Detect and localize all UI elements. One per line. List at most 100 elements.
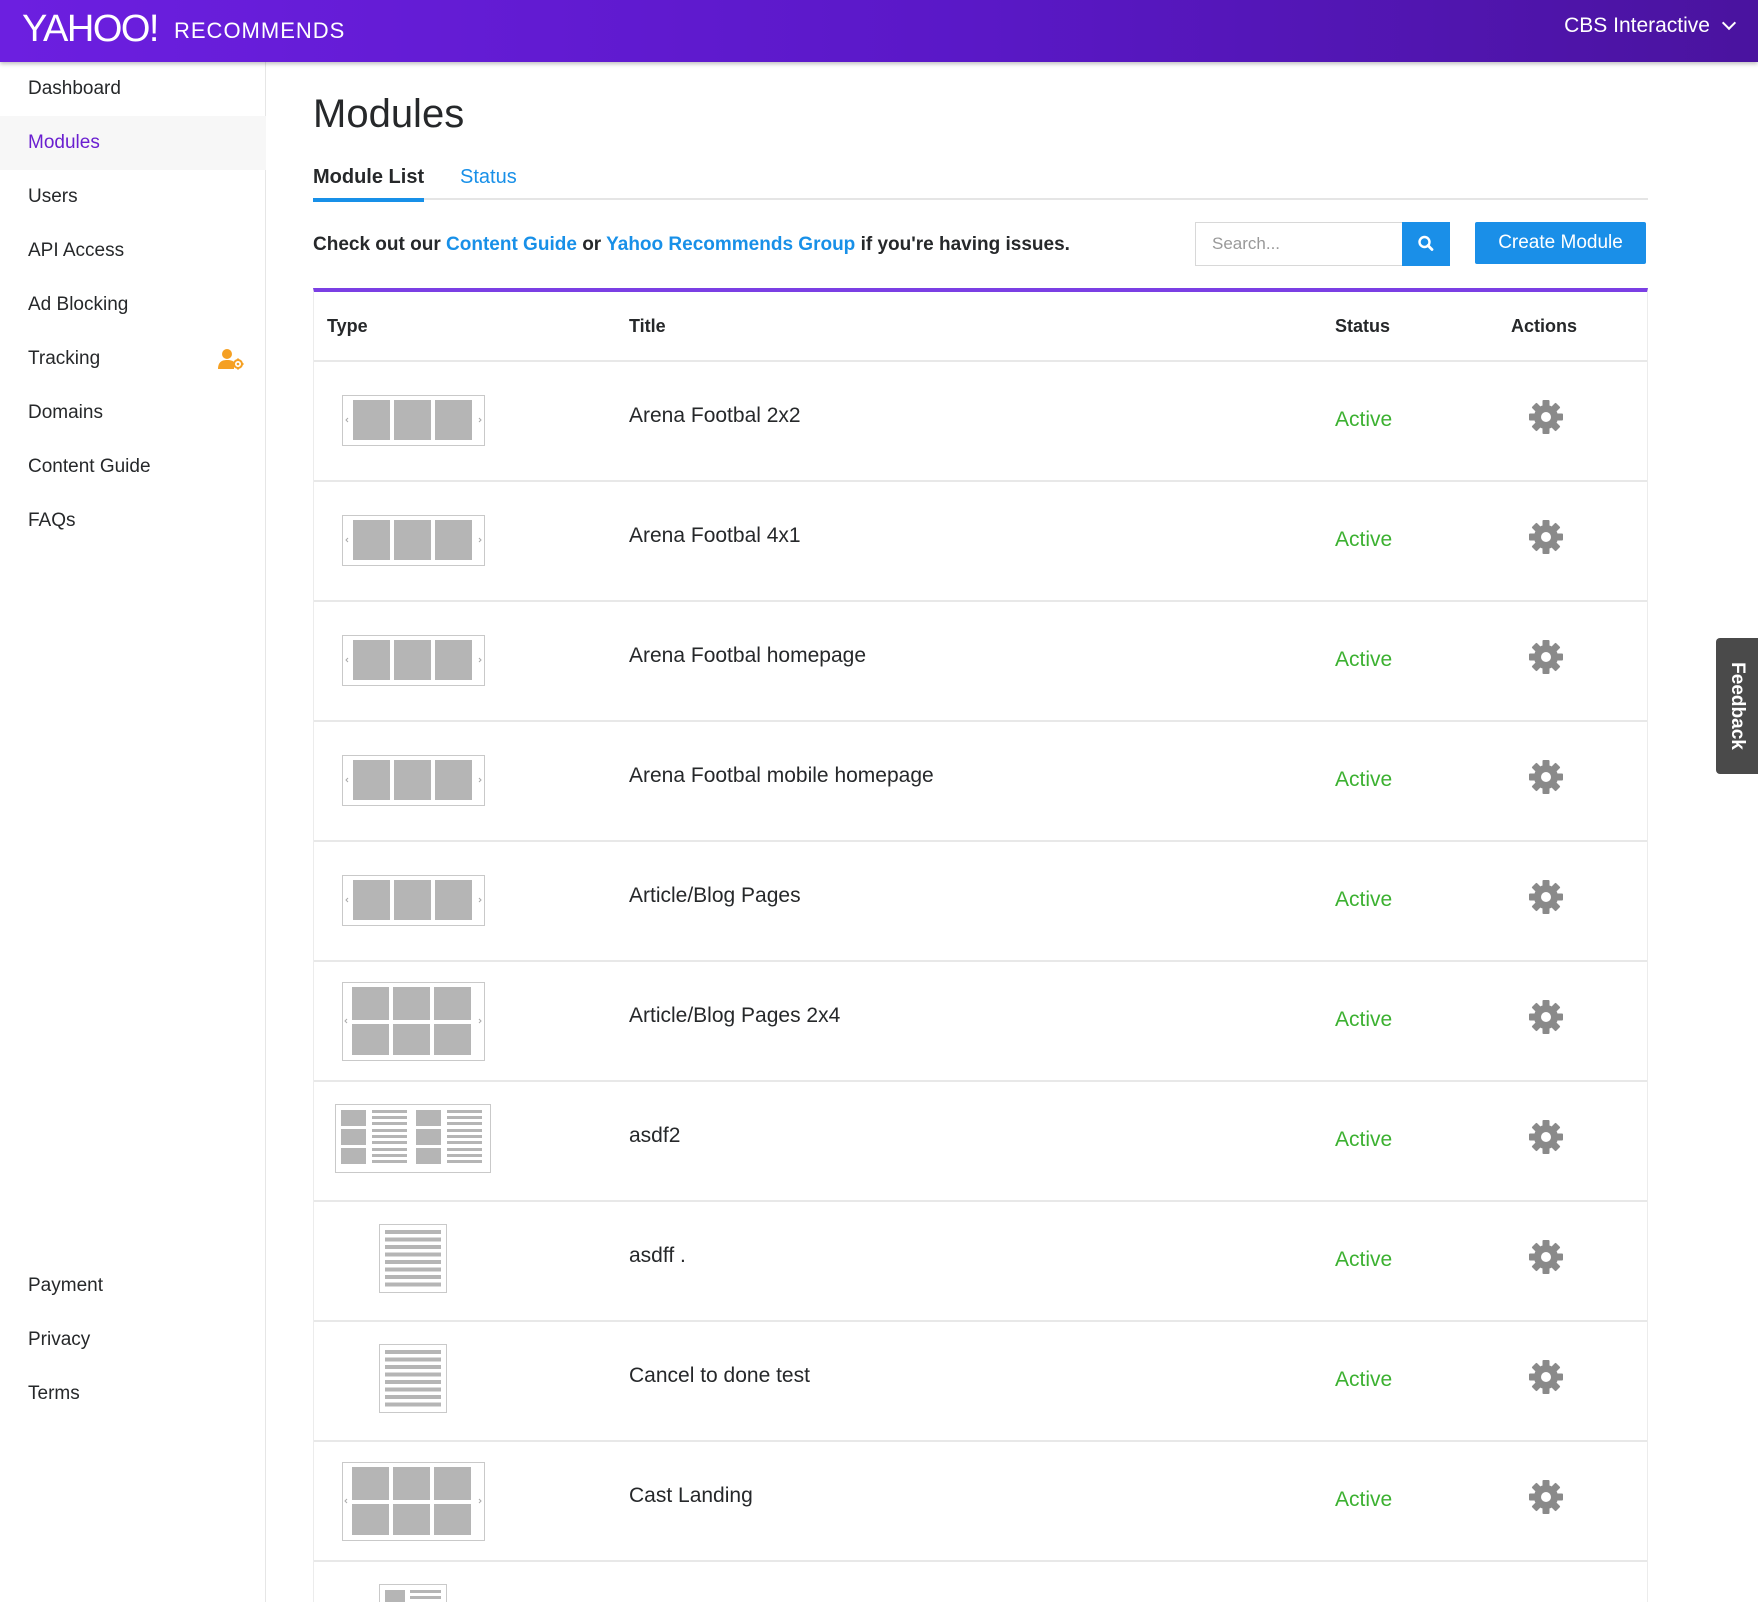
module-title[interactable]: Arena Footbal 2x2 [629,404,801,428]
sidebar-item-modules[interactable]: Modules [0,116,266,170]
column-header-status: Status [1335,316,1391,336]
sidebar-item-label: Content Guide [28,456,151,477]
help-text: Check out our Content Guide or Yahoo Rec… [313,234,1070,256]
table-body: Arena Footbal 2x2 Active Arena Footbal 4x1… [314,362,1647,1602]
table-row[interactable]: Arena Footbal 4x1 Active [314,482,1647,602]
table-row[interactable]: asdff . Active [314,1202,1647,1322]
sidebar-item-label: API Access [28,240,125,261]
module-status: Active [1335,1368,1393,1391]
user-settings-icon [218,349,244,370]
sidebar-item-label: Users [28,186,78,207]
module-title[interactable]: Article/Blog Pages [629,884,801,908]
sidebar-item-ad-blocking[interactable]: Ad Blocking [0,278,266,332]
sidebar-item-users[interactable]: Users [0,170,266,224]
search-input[interactable]: Search... [1195,222,1403,266]
module-type-thumbnail [314,1082,514,1200]
module-type-thumbnail [314,482,514,600]
page-title: Modules [313,92,465,136]
sidebar-item-payment[interactable]: Payment [0,1259,266,1313]
module-status: Active [1335,648,1393,671]
table-row[interactable]: Arena Footbal 2x2 Active [314,362,1647,482]
module-type-thumbnail [314,722,514,840]
module-type-thumbnail [314,842,514,960]
modules-table: Type Title Status Actions Arena Footbal … [313,288,1648,1602]
gear-icon[interactable] [1527,1478,1565,1516]
sidebar-item-api-access[interactable]: API Access [0,224,266,278]
module-type-thumbnail [314,1562,514,1602]
product-name: RECOMMENDS [174,18,346,43]
tab-status[interactable]: Status [460,166,517,202]
module-type-thumbnail [314,1322,514,1440]
table-row[interactable] [314,1562,1647,1602]
module-title[interactable]: asdff . [629,1244,686,1268]
module-status: Active [1335,1248,1393,1271]
module-status: Active [1335,1128,1393,1151]
account-name: CBS Interactive [1564,14,1710,37]
recommends-group-link[interactable]: Yahoo Recommends Group [606,234,855,255]
table-row[interactable]: asdf2 Active [314,1082,1647,1202]
table-row[interactable]: Article/Blog Pages 2x4 Active [314,962,1647,1082]
table-row[interactable]: Cast Landing Active [314,1442,1647,1562]
account-switcher[interactable]: CBS Interactive [1564,14,1737,38]
module-type-thumbnail [314,962,514,1080]
help-prefix: Check out our [313,234,441,255]
sidebar-item-label: Tracking [28,348,101,369]
chevron-down-icon [1721,15,1737,31]
column-header-title: Title [629,316,666,336]
module-status: Active [1335,528,1393,551]
gear-icon[interactable] [1527,1118,1565,1156]
help-suffix: if you're having issues. [860,234,1070,255]
module-title[interactable]: Article/Blog Pages 2x4 [629,1004,840,1028]
column-header-type: Type [327,316,368,336]
sidebar-item-faqs[interactable]: FAQs [0,494,266,548]
sidebar-item-domains[interactable]: Domains [0,386,266,440]
sidebar-item-tracking[interactable]: Tracking [0,332,266,386]
sidebar-item-label: Dashboard [28,78,121,99]
module-title[interactable]: Arena Footbal mobile homepage [629,764,934,788]
module-title[interactable]: asdf2 [629,1124,680,1148]
gear-icon[interactable] [1527,1238,1565,1276]
gear-icon[interactable] [1527,518,1565,556]
gear-icon[interactable] [1527,758,1565,796]
module-type-thumbnail [314,362,514,480]
sidebar: Dashboard Modules Users API Access Ad Bl… [0,62,266,1602]
sidebar-item-label: Privacy [28,1329,91,1350]
help-middle: or [582,234,602,255]
sidebar-item-label: Modules [28,132,100,153]
sidebar-item-label: FAQs [28,510,76,531]
column-header-actions: Actions [1511,316,1578,336]
sidebar-item-terms[interactable]: Terms [0,1367,266,1421]
tab-module-list[interactable]: Module List [313,166,425,202]
module-title[interactable]: Arena Footbal 4x1 [629,524,801,548]
sidebar-item-content-guide[interactable]: Content Guide [0,440,266,494]
sidebar-item-dashboard[interactable]: Dashboard [0,62,266,116]
table-row[interactable]: Article/Blog Pages Active [314,842,1647,962]
module-type-thumbnail [314,1442,514,1560]
module-status: Active [1335,408,1393,431]
gear-icon[interactable] [1527,998,1565,1036]
gear-icon[interactable] [1527,638,1565,676]
sidebar-item-privacy[interactable]: Privacy [0,1313,266,1367]
module-status: Active [1335,768,1393,791]
sidebar-item-label: Ad Blocking [28,294,129,315]
feedback-label: Feedback [1727,662,1748,750]
sidebar-item-label: Terms [28,1383,80,1404]
table-row[interactable]: Cancel to done test Active [314,1322,1647,1442]
module-title[interactable]: Cast Landing [629,1484,753,1508]
feedback-tab[interactable]: Feedback [1716,638,1758,774]
module-title[interactable]: Arena Footbal homepage [629,644,866,668]
content-guide-link[interactable]: Content Guide [446,234,577,255]
tab-bar: Module List Status [313,162,1648,202]
gear-icon[interactable] [1527,878,1565,916]
module-title[interactable]: Cancel to done test [629,1364,810,1388]
search-icon [1418,235,1434,251]
gear-icon[interactable] [1527,398,1565,436]
table-row[interactable]: Arena Footbal homepage Active [314,602,1647,722]
create-module-button[interactable]: Create Module [1475,222,1646,264]
gear-icon[interactable] [1527,1358,1565,1396]
search-button[interactable] [1402,222,1450,266]
table-header: Type Title Status Actions [314,292,1647,362]
top-bar: YAHOO! RECOMMENDS CBS Interactive [0,0,1758,62]
yahoo-logo[interactable]: YAHOO! [22,8,160,51]
table-row[interactable]: Arena Footbal mobile homepage Active [314,722,1647,842]
